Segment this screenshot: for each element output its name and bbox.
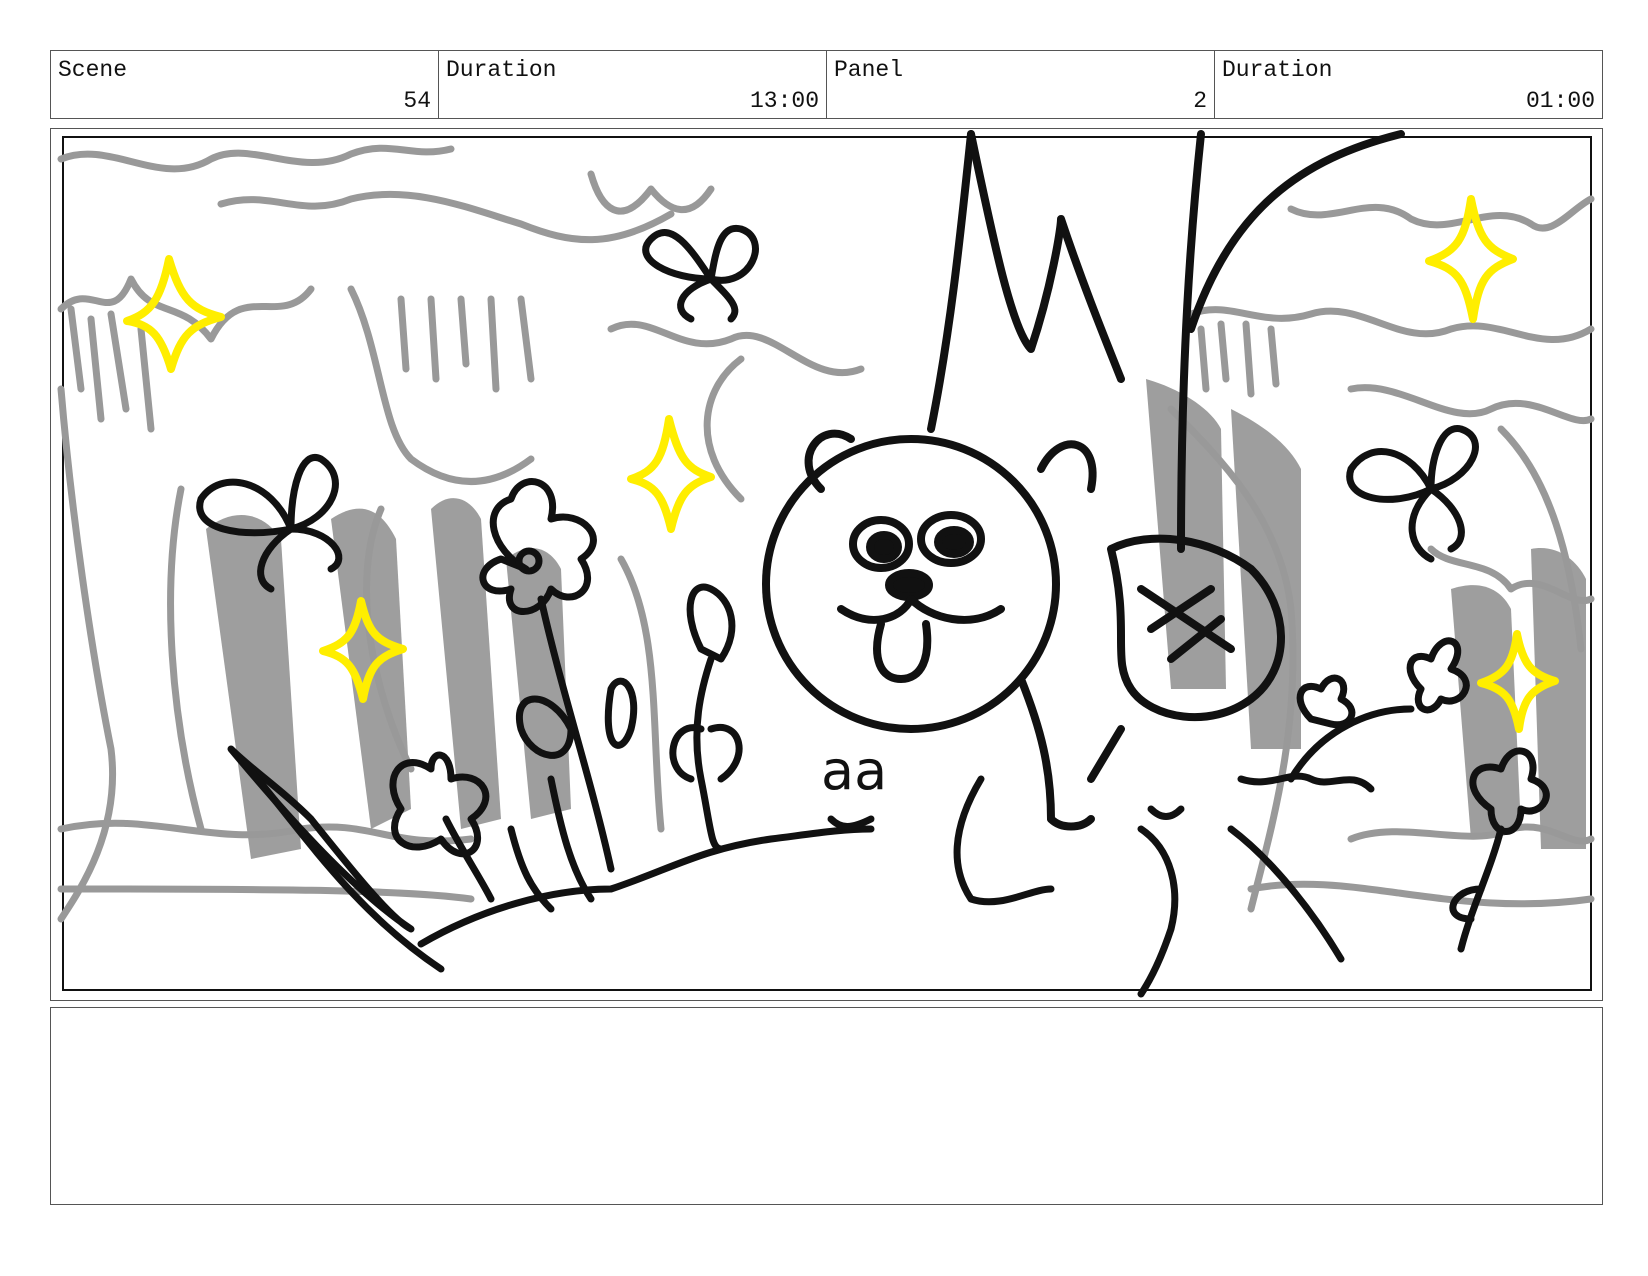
scene-duration-value: 13:00 — [749, 88, 819, 114]
storyboard-panel: aa — [50, 128, 1603, 1001]
panel-sketch: aa — [57, 130, 1595, 998]
panel-field: Panel 2 — [827, 51, 1215, 118]
scene-duration-label: Duration — [446, 57, 557, 83]
panel-label: Panel — [834, 57, 904, 83]
scene-number: 54 — [403, 88, 431, 114]
sketch-scribble-text: aa — [821, 739, 887, 802]
sparkle-icon — [123, 195, 1559, 733]
scene-field: Scene 54 — [51, 51, 439, 118]
panel-notes-box[interactable] — [50, 1007, 1603, 1205]
panel-duration-value: 01:00 — [1525, 88, 1595, 114]
panel-duration-field: Duration 01:00 — [1215, 51, 1602, 118]
scene-duration-field: Duration 13:00 — [439, 51, 827, 118]
safe-frame — [62, 136, 1592, 991]
storyboard-header: Scene 54 Duration 13:00 Panel 2 Duration… — [50, 50, 1603, 119]
panel-number: 2 — [1193, 88, 1207, 114]
scene-label: Scene — [58, 57, 128, 83]
panel-duration-label: Duration — [1222, 57, 1333, 83]
